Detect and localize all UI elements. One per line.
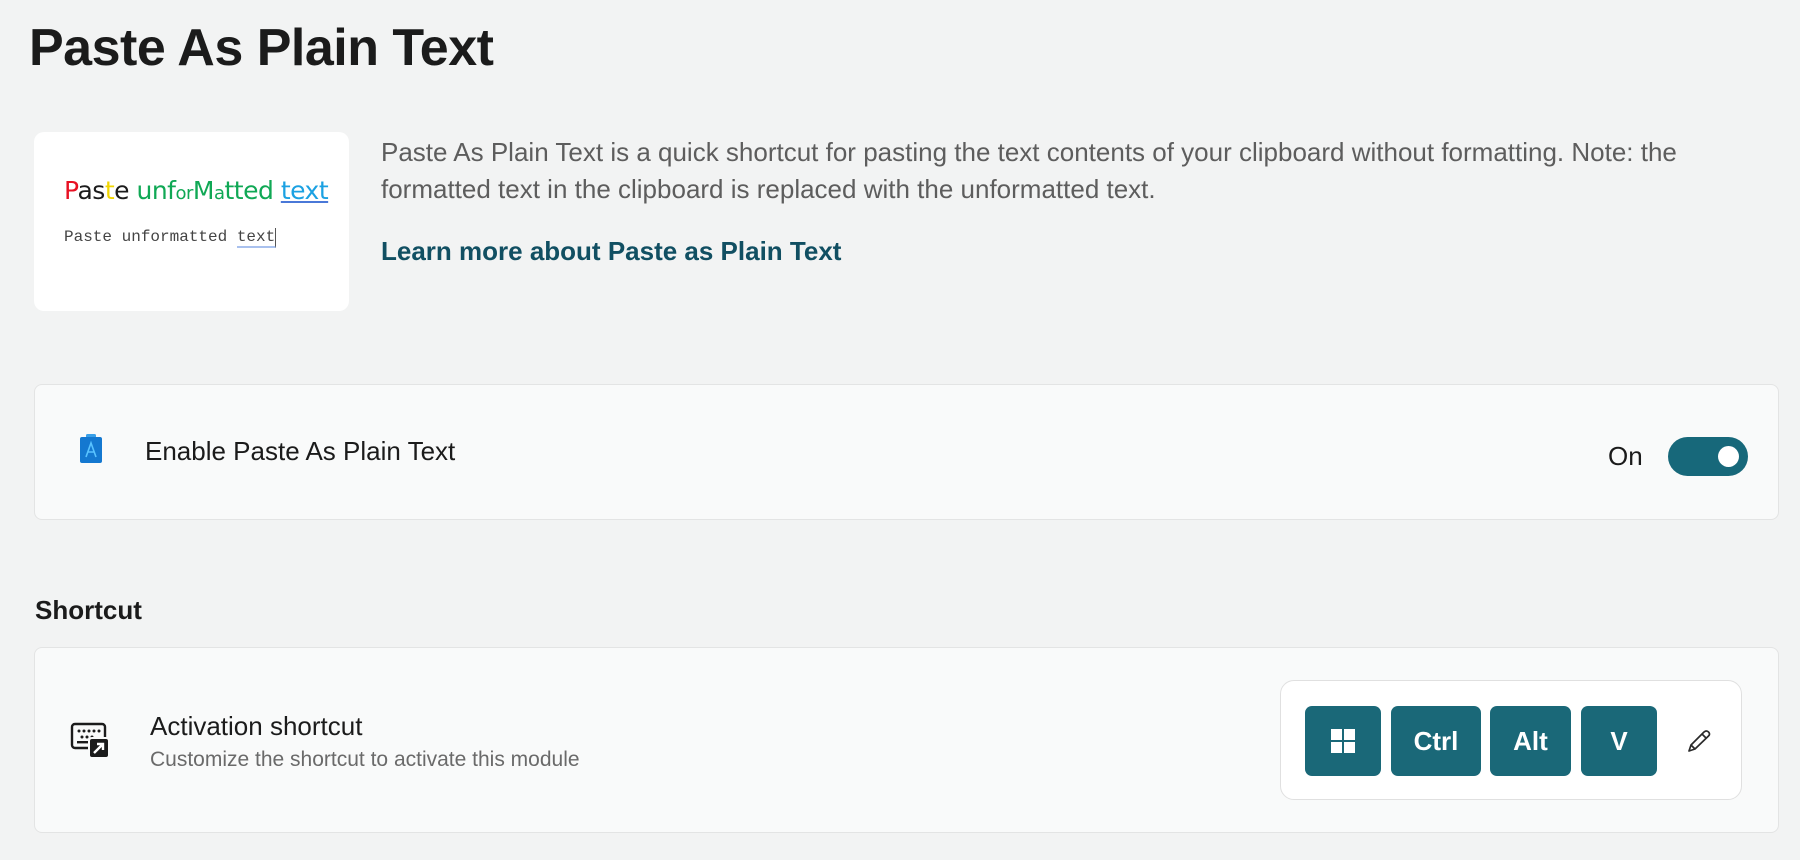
shortcut-keys-control[interactable]: Ctrl Alt V xyxy=(1280,680,1742,800)
hero-letter: a xyxy=(77,176,93,205)
toggle-knob xyxy=(1718,446,1739,467)
toggle-state-label: On xyxy=(1608,441,1643,471)
hero-plain-text: Paste unformatted text xyxy=(64,228,277,248)
shortcut-title: Activation shortcut xyxy=(150,711,363,741)
hero-word-part: M xyxy=(192,176,215,205)
edit-shortcut-button[interactable] xyxy=(1679,721,1719,761)
key-alt: Alt xyxy=(1490,706,1571,776)
hero-plain-main: Paste unformatted xyxy=(64,228,237,246)
hero-letter: t xyxy=(104,176,115,205)
enable-module-card: Enable Paste As Plain Text On xyxy=(34,384,1779,520)
hero-letter: P xyxy=(64,176,78,205)
hero-word-part: or xyxy=(175,183,193,204)
enable-label: Enable Paste As Plain Text xyxy=(145,436,456,466)
activation-shortcut-card: Activation shortcut Customize the shortc… xyxy=(34,647,1779,833)
key-windows xyxy=(1305,706,1381,776)
enable-toggle[interactable] xyxy=(1668,437,1748,476)
hero-letter: e xyxy=(114,176,130,205)
keyboard-shortcut-icon xyxy=(70,722,110,759)
module-description: Paste As Plain Text is a quick shortcut … xyxy=(381,137,1677,204)
page-title: Paste As Plain Text xyxy=(29,19,494,77)
hero-word-part: tted xyxy=(224,176,274,205)
hero-letter: s xyxy=(92,176,105,205)
key-v: V xyxy=(1581,706,1657,776)
pencil-icon xyxy=(1688,730,1711,752)
section-heading-shortcut: Shortcut xyxy=(35,595,142,625)
learn-more-link[interactable]: Learn more about Paste as Plain Text xyxy=(381,236,841,267)
hero-word-part: a xyxy=(213,183,225,204)
clipboard-a-icon xyxy=(80,434,102,463)
hero-word-link: text xyxy=(280,176,329,205)
hero-formatted-text: Paste unforMatted text xyxy=(64,176,329,205)
hero-plain-selected: text xyxy=(236,228,277,248)
hero-illustration: Paste unforMatted text Paste unformatted… xyxy=(34,132,349,311)
shortcut-subtitle: Customize the shortcut to activate this … xyxy=(150,748,580,771)
hero-word-part: unf xyxy=(136,176,176,205)
key-ctrl: Ctrl xyxy=(1391,706,1481,776)
windows-key-icon xyxy=(1331,729,1355,753)
